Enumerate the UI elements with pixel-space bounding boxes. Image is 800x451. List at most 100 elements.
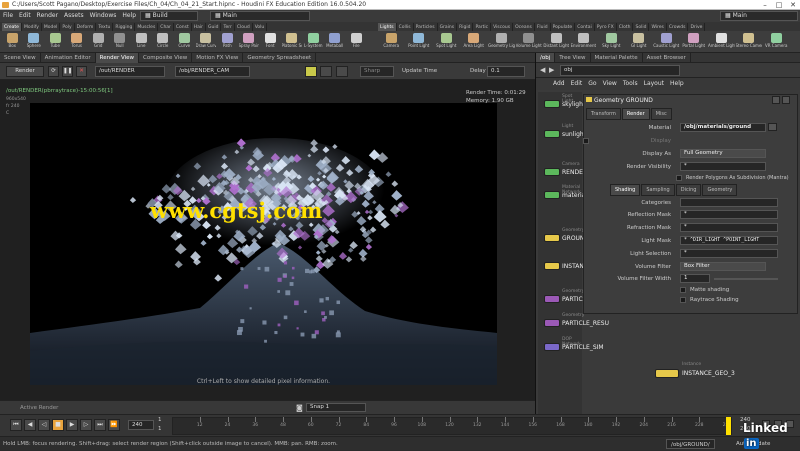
snapshot-icon[interactable] <box>336 66 348 77</box>
help-icon[interactable] <box>772 96 780 104</box>
material-chooser-icon[interactable] <box>768 123 777 131</box>
material-field[interactable]: /obj/materials/ground <box>680 123 766 132</box>
light-mask-field[interactable]: * ^DIR_LIGHT ^POINT_LIGHT <box>680 236 778 245</box>
shelf-tool-ambient-light[interactable]: Ambient Light <box>708 32 735 52</box>
node-particle-sim[interactable] <box>544 343 560 351</box>
desktop-selector-right[interactable]: ▦ Main <box>720 11 798 21</box>
right-tab-asset-browser[interactable]: Asset Browser <box>643 53 691 62</box>
light-selection-field[interactable]: * <box>680 249 778 258</box>
menu-item-edit[interactable]: Edit <box>16 10 34 22</box>
tab-render-view[interactable]: Render View <box>95 53 140 63</box>
network-menu-layout[interactable]: Layout <box>641 78 667 90</box>
network-menu-edit[interactable]: Edit <box>568 78 586 90</box>
shelf-tool-grid[interactable]: Grid <box>88 32 109 52</box>
parm-tab-shading[interactable]: Shading <box>610 184 641 196</box>
desktop-selector-center[interactable]: ▦ Main <box>210 11 310 21</box>
node-ground[interactable] <box>544 234 560 242</box>
menu-item-windows[interactable]: Windows <box>87 10 120 22</box>
maximize-icon[interactable]: □ <box>772 0 786 10</box>
node-render-cam[interactable] <box>544 168 560 176</box>
shelf-tool-caustic-light[interactable]: Caustic Light <box>653 32 680 52</box>
stop-icon[interactable]: ✕ <box>76 66 87 77</box>
camera-snap-icon[interactable]: ◙ <box>296 404 303 412</box>
output-driver-field[interactable]: /out/RENDER <box>95 66 165 77</box>
shelf-tool-gi-light[interactable]: GI Light <box>626 32 653 52</box>
shelf-tool-point-light[interactable]: Point Light <box>406 32 433 52</box>
network-menu-add[interactable]: Add <box>550 78 568 90</box>
instance-node[interactable] <box>655 369 679 378</box>
shelf-tool-metaball[interactable]: Metaball <box>325 32 346 52</box>
parm-tab-transform[interactable]: Transform <box>586 108 621 120</box>
parm-tab-dicing[interactable]: Dicing <box>675 184 702 196</box>
shelf-tool-font[interactable]: Font <box>260 32 281 52</box>
shelf-tool-path[interactable]: Path <box>217 32 238 52</box>
shelf-tool-sky-light[interactable]: Sky Light <box>598 32 625 52</box>
tab-composite-view[interactable]: Composite View <box>139 53 193 63</box>
network-menu-go[interactable]: Go <box>585 78 599 90</box>
network-menu-help[interactable]: Help <box>667 78 687 90</box>
parm-tab-render[interactable]: Render <box>621 108 650 120</box>
reflection-mask-field[interactable]: * <box>680 210 778 219</box>
current-frame-field[interactable]: 240 <box>128 420 154 430</box>
pause-icon[interactable]: ❚❚ <box>62 66 73 77</box>
shelf-tool-curve[interactable]: Curve <box>174 32 195 52</box>
shelf-tool-l-system[interactable]: L-System <box>303 32 324 52</box>
volume-filter-width-slider[interactable] <box>714 278 778 280</box>
preview-icon[interactable] <box>305 66 317 77</box>
shelf-tool-distant-light[interactable]: Distant Light <box>543 32 570 52</box>
delay-field[interactable]: 0.1 <box>487 66 525 77</box>
menu-item-render[interactable]: Render <box>34 10 61 22</box>
right-tab-tree-view[interactable]: Tree View <box>555 53 591 62</box>
network-path-field[interactable]: obj <box>560 65 680 76</box>
matte-checkbox[interactable] <box>680 287 686 293</box>
node-particle-sou[interactable] <box>544 295 560 303</box>
jump-end-icon[interactable]: ⏩ <box>108 419 120 431</box>
node-instances[interactable] <box>544 262 560 270</box>
shelf-tool-stereo-camera[interactable]: Stereo Camera <box>736 32 762 52</box>
shelf-tool-box[interactable]: Box <box>2 32 23 52</box>
shelf-tool-tube[interactable]: Tube <box>45 32 66 52</box>
shelf-tool-circle[interactable]: Circle <box>153 32 174 52</box>
node-sunlight1[interactable] <box>544 130 560 138</box>
tab-motion-fx-view[interactable]: Motion FX View <box>192 53 244 63</box>
snapshot-selector[interactable]: Snap 1 <box>306 403 366 412</box>
shelf-tool-torus[interactable]: Torus <box>67 32 88 52</box>
parm-tab-sampling[interactable]: Sampling <box>641 184 675 196</box>
stop-playback-icon[interactable]: ■ <box>52 419 64 431</box>
timeline-playhead[interactable] <box>726 417 731 435</box>
desktop-selector-left[interactable]: ▦ Build <box>140 11 198 21</box>
gear-icon[interactable] <box>782 96 790 104</box>
right-tab-material-palette[interactable]: Material Palette <box>591 53 643 62</box>
render-button[interactable]: Render <box>6 66 44 77</box>
play-reverse-icon[interactable]: ◁ <box>38 419 50 431</box>
node-particle-resu[interactable] <box>544 319 560 327</box>
skip-end-icon[interactable]: ⏭ <box>94 419 106 431</box>
minimize-icon[interactable]: – <box>758 0 772 10</box>
network-editor[interactable] <box>538 92 582 414</box>
step-forward-icon[interactable]: ▷ <box>80 419 92 431</box>
back-arrow-icon[interactable]: ◀ <box>540 66 545 74</box>
clone-icon[interactable]: ⟳ <box>48 66 59 77</box>
shelf-tool-draw-curve[interactable]: Draw Curve <box>196 32 216 52</box>
shelf-tool-geometry-light[interactable]: Geometry Light <box>488 32 515 52</box>
refraction-mask-field[interactable]: * <box>680 223 778 232</box>
skip-start-icon[interactable]: ⏮ <box>10 419 22 431</box>
shelf-tool-camera[interactable]: Camera <box>378 32 405 52</box>
node-materials[interactable] <box>544 191 560 199</box>
menu-item-help[interactable]: Help <box>119 10 139 22</box>
shelf-tool-file[interactable]: File <box>346 32 367 52</box>
play-icon[interactable]: ▶ <box>66 419 78 431</box>
menu-item-file[interactable]: File <box>0 10 16 22</box>
shelf-tool-area-light[interactable]: Area Light <box>461 32 488 52</box>
right-tab--obj[interactable]: /obj <box>536 53 556 62</box>
camera-path-field[interactable]: /obj/RENDER_CAM <box>175 66 250 77</box>
parm-tab-geometry[interactable]: Geometry <box>702 184 738 196</box>
parm-tab-misc[interactable]: Misc <box>650 108 672 120</box>
shelf-tool-volume-light[interactable]: Volume Light <box>516 32 543 52</box>
shelf-tool-sphere[interactable]: Sphere <box>24 32 45 52</box>
menu-item-assets[interactable]: Assets <box>61 10 87 22</box>
render-image[interactable] <box>30 103 497 385</box>
shelf-tool-portal-light[interactable]: Portal Light <box>681 32 708 52</box>
shelf-tool-vr-camera[interactable]: VR Camera <box>763 32 790 52</box>
categories-field[interactable] <box>680 198 778 207</box>
